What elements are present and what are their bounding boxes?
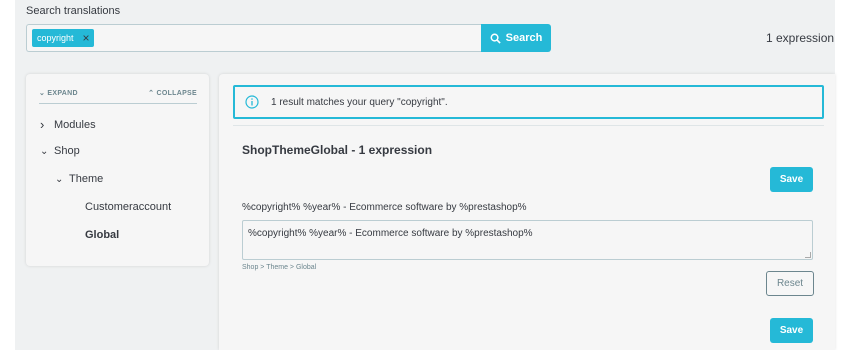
chevron-right-icon: ›	[40, 117, 45, 132]
search-button-label: Search	[505, 32, 543, 44]
save-button-top[interactable]: Save	[770, 167, 813, 192]
search-button[interactable]: Search	[481, 24, 551, 52]
search-tag: copyright ×	[32, 29, 94, 47]
results-count: 1 expression	[766, 31, 835, 45]
tree-node-label: Customeraccount	[85, 201, 172, 213]
tree-node-label: Modules	[54, 118, 96, 131]
chevron-down-icon: ⌄	[55, 173, 64, 185]
translation-breadcrumb: Shop > Theme > Global	[242, 264, 317, 271]
domain-title: ShopThemeGlobal - 1 expression	[242, 143, 433, 157]
translations-panel: 1 result matches your query "copyright".…	[219, 74, 835, 350]
search-input[interactable]: copyright ×	[26, 24, 482, 52]
tree-node-label: Theme	[69, 173, 104, 185]
save-button-label: Save	[779, 174, 804, 185]
tree-node-label: Shop	[54, 145, 80, 157]
info-icon	[245, 95, 259, 109]
translation-tree-panel: ⌄ EXPAND ⌃ COLLAPSE › Modules ⌄ Shop ⌄ T…	[26, 74, 209, 266]
search-tag-label: copyright	[37, 33, 74, 43]
tree-node-global[interactable]: Global	[85, 229, 119, 241]
alert-text: 1 result matches your query "copyright".	[271, 96, 448, 108]
save-button-bottom[interactable]: Save	[770, 318, 813, 343]
tree-node-customeraccount[interactable]: Customeraccount	[85, 201, 171, 213]
collapse-label: COLLAPSE	[156, 90, 197, 97]
reset-button-label: Reset	[776, 278, 804, 289]
translation-value: %copyright% %year% - Ecommerce software …	[248, 228, 533, 239]
search-label: Search translations	[26, 5, 121, 17]
search-icon	[490, 33, 501, 44]
translation-textarea[interactable]: %copyright% %year% - Ecommerce software …	[242, 220, 813, 260]
expand-button[interactable]: ⌄ EXPAND	[39, 89, 78, 97]
reset-button[interactable]: Reset	[766, 271, 814, 296]
tree-node-label: Global	[85, 229, 120, 241]
expand-label: EXPAND	[47, 90, 78, 97]
remove-tag-icon[interactable]: ×	[83, 32, 90, 44]
resize-handle[interactable]	[805, 252, 811, 258]
tree-node-shop[interactable]: ⌄ Shop	[40, 145, 80, 157]
source-string: %copyright% %year% - Ecommerce software …	[242, 202, 527, 213]
chevron-down-icon: ⌄	[40, 145, 49, 157]
tree-controls: ⌄ EXPAND ⌃ COLLAPSE	[39, 88, 197, 104]
tree-node-theme[interactable]: ⌄ Theme	[55, 173, 103, 185]
collapse-button[interactable]: ⌃ COLLAPSE	[148, 89, 197, 97]
save-button-label: Save	[779, 325, 804, 336]
tree-node-modules[interactable]: › Modules	[40, 117, 96, 132]
divider	[233, 125, 824, 126]
info-alert: 1 result matches your query "copyright".	[233, 85, 824, 119]
